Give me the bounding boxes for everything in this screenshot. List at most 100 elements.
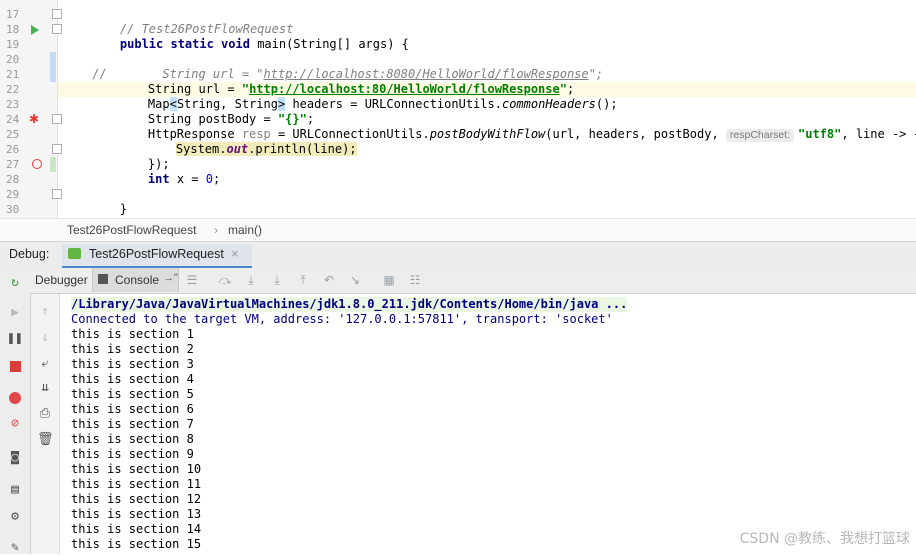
code-text: (); xyxy=(595,97,618,111)
breadcrumb-method[interactable]: main() xyxy=(228,223,262,237)
console-line: this is section 13 xyxy=(71,507,202,521)
console-system-line: Connected to the target VM, address: '12… xyxy=(71,312,613,326)
parameter-hint: respCharset: xyxy=(725,129,795,142)
tab-console[interactable]: Console →" xyxy=(92,268,179,292)
code-editor[interactable]: 17 18 19 20 21 22 23 24 25 26 27 28 29 3… xyxy=(0,0,916,218)
console-icon xyxy=(98,274,108,284)
code-text: x = xyxy=(169,172,206,186)
step-out-icon[interactable]: ⤒ xyxy=(296,273,310,287)
line-number: 18 xyxy=(6,23,20,36)
code-line[interactable]: } xyxy=(91,187,127,216)
code-line[interactable]: String url = "http://localhost:80/HelloW… xyxy=(119,67,574,96)
view-breakpoints-icon[interactable] xyxy=(9,392,21,404)
code-text: (url, headers, postBody, xyxy=(545,127,726,141)
breakpoint-lambda-icon[interactable]: ✱ xyxy=(29,112,39,127)
stop-icon[interactable] xyxy=(10,361,21,372)
code-line[interactable]: HttpResponse resp = URLConnectionUtils.p… xyxy=(119,112,916,142)
console-line: this is section 3 xyxy=(71,357,194,371)
console-side-toolbar: ↑ ↓ ⤶ ⇊ ⎙ 🗑 xyxy=(31,294,60,554)
console-line: this is section 5 xyxy=(71,387,194,401)
code-string: "utf8" xyxy=(798,127,842,141)
fold-icon[interactable] xyxy=(52,144,62,154)
line-number: 27 xyxy=(6,158,20,171)
code-comment-marker: // xyxy=(91,67,107,81)
down-arrow-icon[interactable]: ↓ xyxy=(37,330,53,346)
code-line[interactable]: //String url = "http://localhost:8080/He… xyxy=(63,52,603,81)
breadcrumb: Test26PostFlowRequest › main() xyxy=(0,218,916,241)
resume-icon[interactable]: ▶ xyxy=(7,305,23,321)
evaluate-expression-icon[interactable]: ▦ xyxy=(382,273,396,287)
line-number: 20 xyxy=(6,53,20,66)
code-line[interactable]: }); xyxy=(119,142,170,171)
fold-icon[interactable] xyxy=(52,114,62,124)
line-number: 23 xyxy=(6,98,20,111)
up-arrow-icon[interactable]: ↑ xyxy=(37,304,53,320)
print-icon[interactable]: ⎙ xyxy=(37,406,53,422)
scroll-end-icon[interactable]: ⇊ xyxy=(37,380,53,396)
watermark-text: CSDN @教练、我想打篮球 xyxy=(739,531,910,547)
console-line: this is section 1 xyxy=(71,327,194,341)
close-tab-icon[interactable]: × xyxy=(231,246,239,261)
run-gutter-icon[interactable] xyxy=(31,25,39,35)
console-line: this is section 9 xyxy=(71,447,194,461)
trace-stream-icon[interactable]: ☷ xyxy=(408,273,422,287)
debug-session-tab[interactable]: Test26PostFlowRequest × xyxy=(62,244,252,268)
code-line[interactable]: // Test26PostFlowRequest xyxy=(91,7,293,36)
console-line: this is section 10 xyxy=(71,462,202,476)
code-keyword: public static void xyxy=(119,37,258,51)
console-line: this is section 12 xyxy=(71,492,202,506)
code-line[interactable]: String postBody = "{}"; xyxy=(119,97,314,126)
debug-left-toolbar: ↻ ▶ ❚❚ ⊘ ◙ ▤ ⚙ ✎ xyxy=(0,268,31,555)
code-text: ; xyxy=(212,172,221,186)
force-step-into-icon[interactable]: ⤓ xyxy=(270,273,284,287)
step-into-icon[interactable]: ⤓ xyxy=(244,273,258,287)
code-line[interactable]: Map<String, String> headers = URLConnect… xyxy=(119,82,618,111)
fold-icon[interactable] xyxy=(52,189,62,199)
soft-wrap-icon[interactable]: ⤶ xyxy=(37,356,53,372)
line-number: 17 xyxy=(6,8,20,21)
tab-debugger[interactable]: Debugger xyxy=(30,268,93,293)
code-method: postBodyWithFlow xyxy=(429,127,546,141)
code-line[interactable]: System.out.println(line); xyxy=(147,127,357,156)
code-number: 0 xyxy=(205,172,213,186)
step-over-icon[interactable]: ⤼ xyxy=(218,273,232,287)
drop-frame-icon[interactable]: ↶ xyxy=(322,273,336,287)
code-text: headers = URLConnectionUtils. xyxy=(285,97,502,111)
breakpoint-icon[interactable] xyxy=(32,159,42,169)
code-line[interactable]: public static void main(String[] args) { xyxy=(91,22,409,51)
layout-icon[interactable]: ▤ xyxy=(7,482,23,498)
console-output[interactable]: /Library/Java/JavaVirtualMachines/jdk1.8… xyxy=(60,294,916,554)
trash-icon[interactable]: 🗑 xyxy=(37,432,54,448)
console-line: this is section 15 xyxy=(71,537,202,551)
fold-icon[interactable] xyxy=(52,24,62,34)
console-line: this is section 6 xyxy=(71,402,194,416)
line-number: 28 xyxy=(6,173,20,186)
pause-icon[interactable]: ❚❚ xyxy=(7,331,23,347)
breadcrumb-separator: › xyxy=(214,223,218,237)
code-text: System. xyxy=(175,142,227,156)
show-execution-point-icon[interactable]: ☰ xyxy=(185,273,199,287)
line-number: 19 xyxy=(6,38,20,51)
vcs-added-marker[interactable] xyxy=(50,157,56,172)
console-line: this is section 11 xyxy=(71,477,202,491)
code-line[interactable]: int x = 0; xyxy=(119,157,220,186)
console-line: this is section 14 xyxy=(71,522,202,536)
code-text: "; xyxy=(588,67,604,81)
tab-console-suffix: →" xyxy=(163,272,178,284)
settings-icon[interactable]: ⚙ xyxy=(7,509,23,525)
console-command-line[interactable]: /Library/Java/JavaVirtualMachines/jdk1.8… xyxy=(71,297,628,312)
console-line: this is section 8 xyxy=(71,432,194,446)
camera-icon[interactable]: ◙ xyxy=(7,450,23,466)
code-text: } xyxy=(119,202,128,216)
mute-breakpoints-icon[interactable]: ⊘ xyxy=(7,416,23,432)
breadcrumb-class[interactable]: Test26PostFlowRequest xyxy=(67,223,196,237)
fold-icon[interactable] xyxy=(52,9,62,19)
run-to-cursor-icon[interactable]: ↘ xyxy=(348,273,362,287)
vcs-change-marker[interactable] xyxy=(50,52,56,82)
line-number: 25 xyxy=(6,128,20,141)
rerun-icon[interactable]: ↻ xyxy=(7,275,23,291)
code-text: main(String[] args) { xyxy=(257,37,409,51)
debug-tool-window-header: Debug: Test26PostFlowRequest × xyxy=(0,241,916,269)
line-number: 29 xyxy=(6,188,20,201)
code-keyword: int xyxy=(147,172,170,186)
